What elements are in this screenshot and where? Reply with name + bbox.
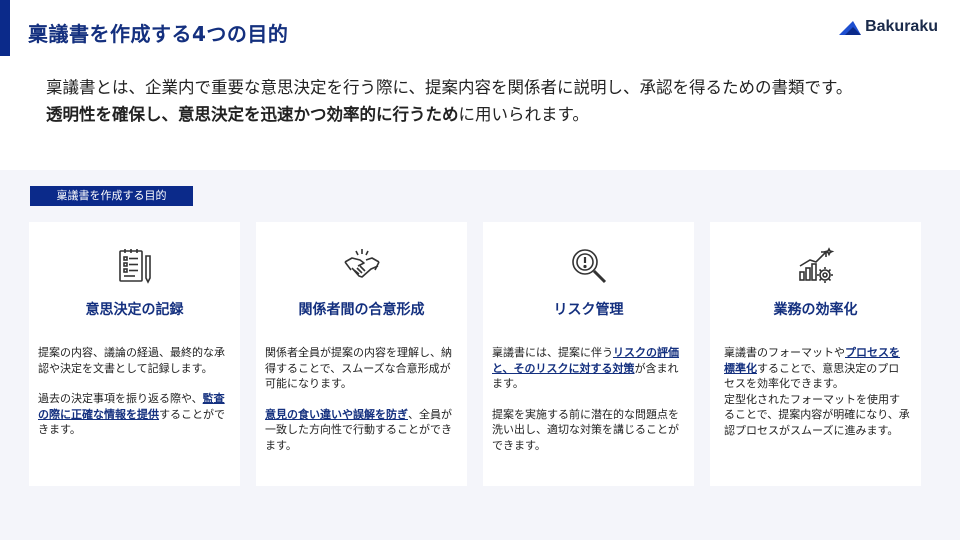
card-paragraph: 稟議書のフォーマットやプロセスを標準化することで、意思決定のプロセスを効率化でき… xyxy=(724,345,910,438)
section-tag: 稟議書を作成する目的 xyxy=(30,186,193,206)
card-title: 意思決定の記録 xyxy=(85,302,184,318)
magnifier-warning-icon xyxy=(571,249,606,284)
intro-line-2-rest: に用いられます。 xyxy=(458,105,589,124)
card-title: リスク管理 xyxy=(553,302,624,318)
intro-line-2-strong: 透明性を確保し、意思決定を迅速かつ効率的に行うため xyxy=(46,105,459,124)
card-body: 関係者全員が提案の内容を理解し、納得することで、スムーズな合意形成が可能になりま… xyxy=(265,345,457,453)
checklist-clipboard-icon xyxy=(118,249,151,284)
intro-text: 稟議書とは、企業内で重要な意思決定を行う際に、提案内容を関係者に説明し、承認を得… xyxy=(46,74,936,128)
card-efficiency: 業務の効率化 稟議書のフォーマットやプロセスを標準化することで、意思決定のプロセ… xyxy=(710,222,921,486)
card-title: 業務の効率化 xyxy=(773,302,858,318)
card-body: 提案の内容、議論の経過、最終的な承認や決定を文書として記録します。 過去の決定事… xyxy=(38,345,230,438)
text-fragment: 稟議書には、提案に伴う xyxy=(492,346,613,359)
card-body: 稟議書には、提案に伴うリスクの評価と、そのリスクに対する対策が含まれます。 提案… xyxy=(492,345,684,453)
card-decision-record: 意思決定の記録 提案の内容、議論の経過、最終的な承認や決定を文書として記録します… xyxy=(29,222,240,486)
card-paragraph: 提案を実施する前に潜在的な問題点を洗い出し、適切な対策を講じることができます。 xyxy=(492,407,679,452)
card-paragraph: 提案の内容、議論の経過、最終的な承認や決定を文書として記録します。 xyxy=(38,346,225,375)
brand-logo: Bakuraku xyxy=(839,18,938,36)
intro-line-1: 稟議書とは、企業内で重要な意思決定を行う際に、提案内容を関係者に説明し、承認を得… xyxy=(46,78,853,97)
text-fragment: 定型化されたフォーマットを使用することで、提案内容が明確になり、承認プロセスがス… xyxy=(724,392,910,437)
header-accent-bar xyxy=(0,0,10,56)
text-fragment: 稟議書のフォーマットや xyxy=(724,346,845,359)
page-title: 稟議書を作成する4つの目的 xyxy=(28,22,289,46)
logo-text: Bakuraku xyxy=(865,18,938,35)
card-paragraph: 稟議書には、提案に伴うリスクの評価と、そのリスクに対する対策が含まれます。 xyxy=(492,345,684,392)
handshake-icon xyxy=(343,249,380,278)
card-paragraph: 意見の食い違いや誤解を防ぎ、全員が一致した方向性で行動することができます。 xyxy=(265,407,457,454)
card-body: 稟議書のフォーマットやプロセスを標準化することで、意思決定のプロセスを効率化でき… xyxy=(724,345,910,438)
card-consensus: 関係者間の合意形成 関係者全員が提案の内容を理解し、納得することで、スムーズな合… xyxy=(256,222,467,486)
text-fragment: 過去の決定事項を振り返る際や、 xyxy=(38,392,203,405)
growth-chart-gear-icon xyxy=(798,247,834,283)
bakuraku-logo-icon xyxy=(839,21,862,35)
card-risk-management: リスク管理 稟議書には、提案に伴うリスクの評価と、そのリスクに対する対策が含まれ… xyxy=(483,222,694,486)
card-paragraph: 関係者全員が提案の内容を理解し、納得することで、スムーズな合意形成が可能になりま… xyxy=(265,346,452,390)
highlight-text: 意見の食い違いや誤解を防ぎ xyxy=(265,407,408,421)
card-title: 関係者間の合意形成 xyxy=(298,302,425,318)
intro-line-2: 透明性を確保し、意思決定を迅速かつ効率的に行うために用いられます。 xyxy=(46,101,936,128)
card-paragraph: 過去の決定事項を振り返る際や、監査の際に正確な情報を提供することができます。 xyxy=(38,391,230,438)
